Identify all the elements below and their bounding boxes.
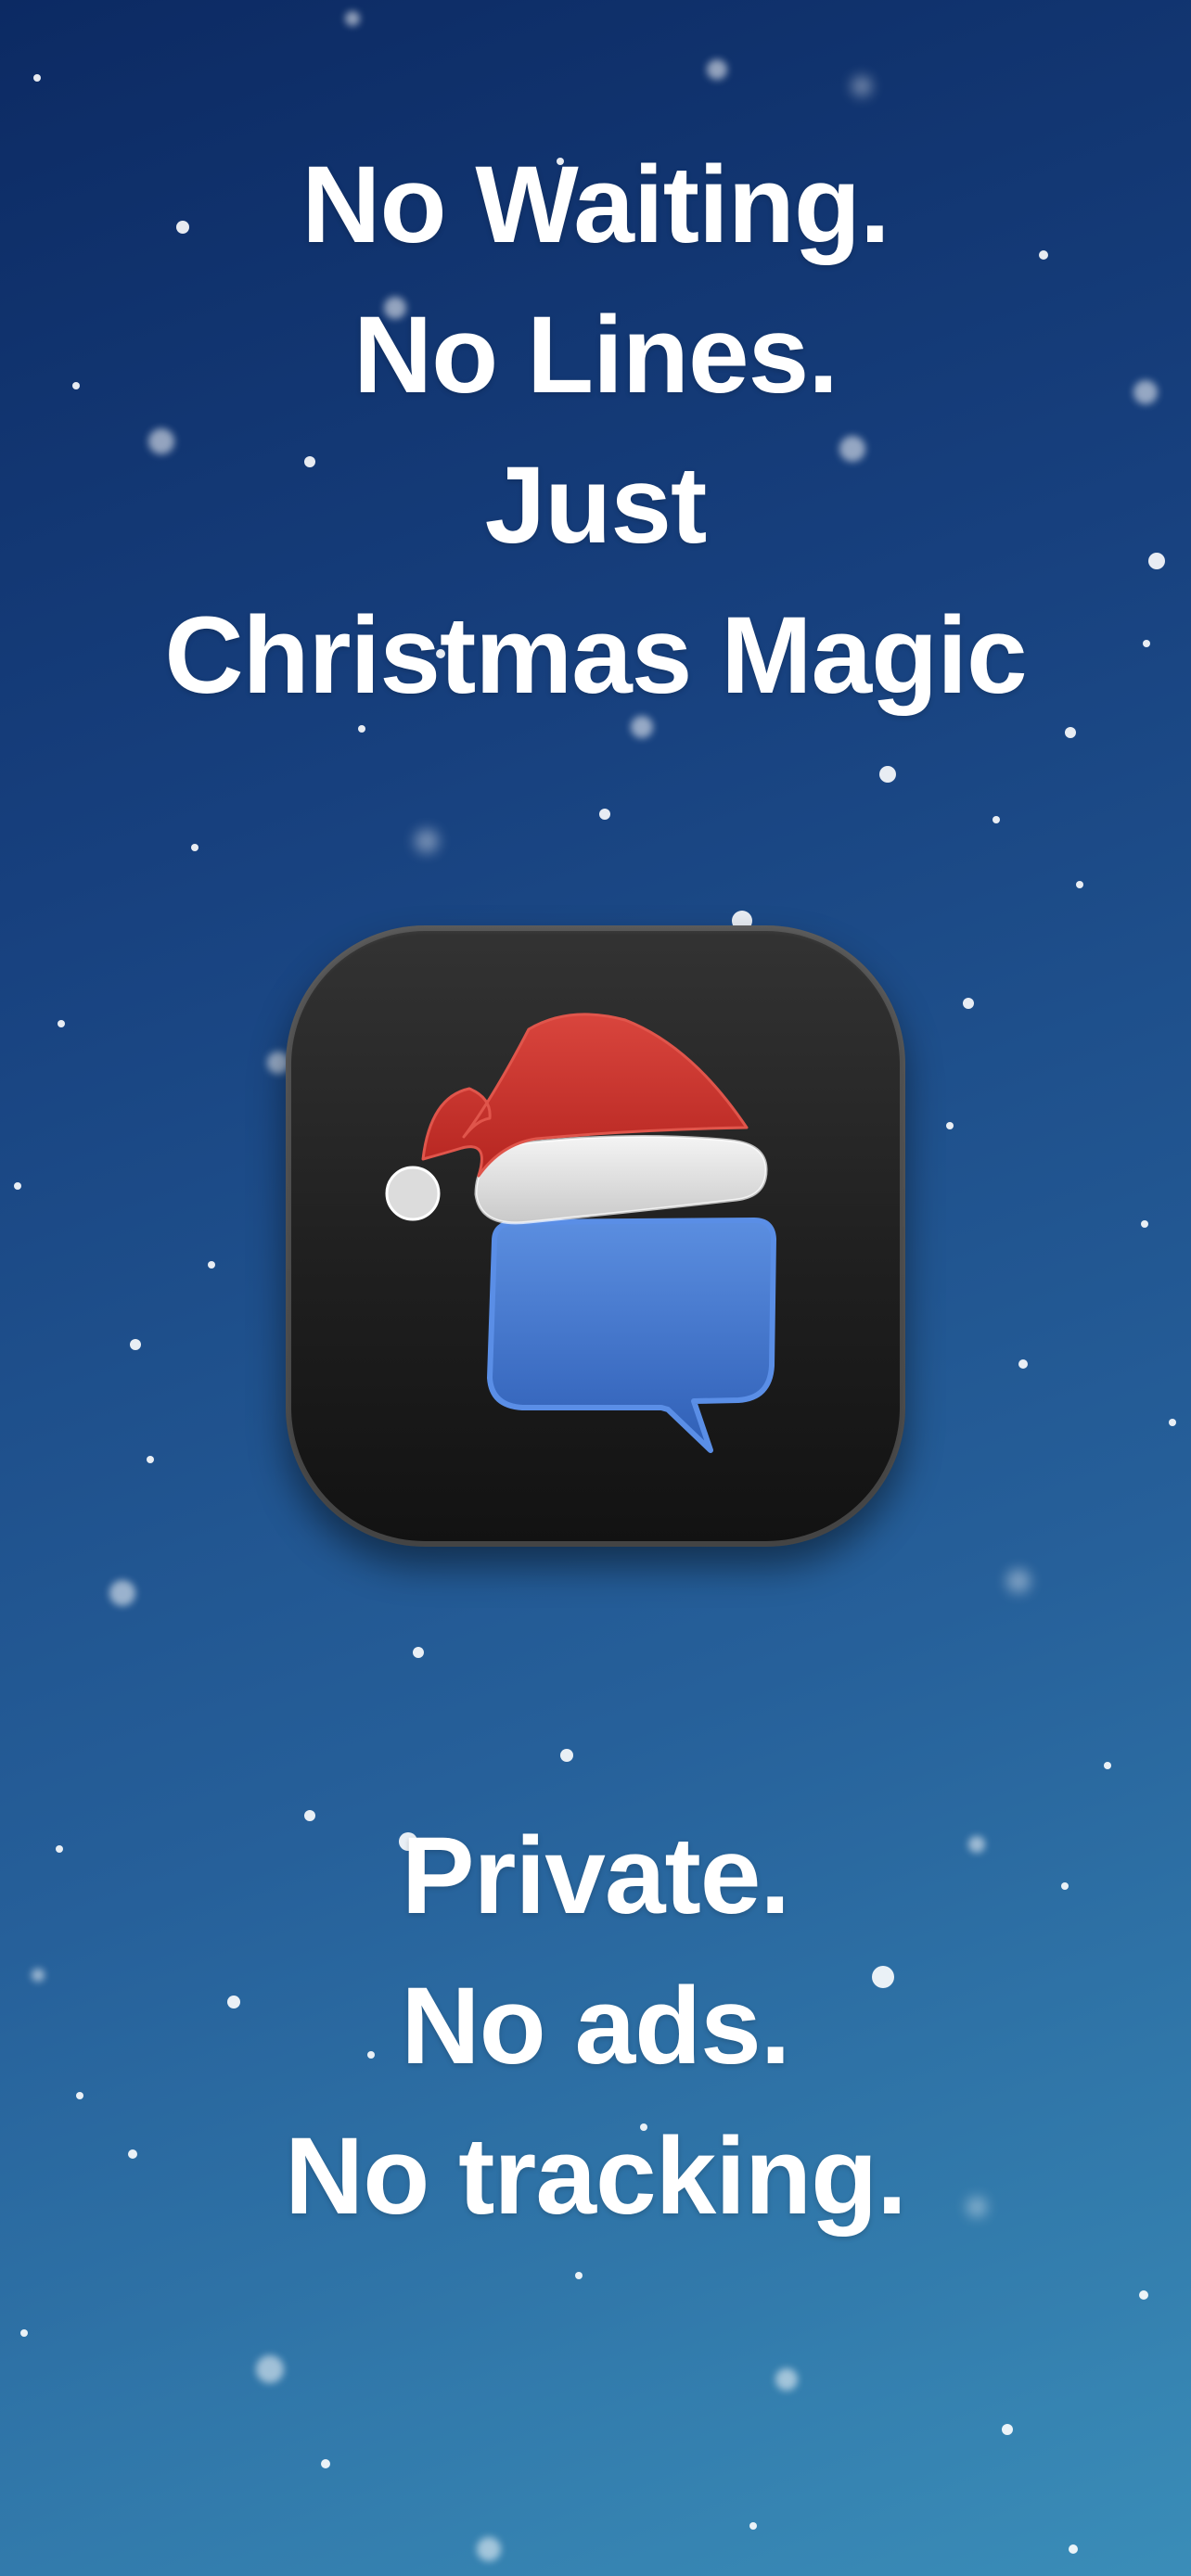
snowflake bbox=[599, 809, 610, 820]
headline-line: No Waiting. bbox=[301, 144, 890, 266]
snowflake bbox=[992, 816, 1000, 823]
snowflake bbox=[256, 2355, 284, 2383]
snowflake bbox=[1018, 1359, 1028, 1369]
app-icon-tile bbox=[286, 925, 905, 1547]
headline-bottom: Private. No ads. No tracking. bbox=[0, 1801, 1191, 2251]
snowflake bbox=[1169, 1419, 1176, 1426]
santa-hat-chat-bubble-icon bbox=[385, 1013, 776, 1453]
snowflake bbox=[1069, 2544, 1078, 2554]
snowflake bbox=[208, 1261, 215, 1269]
headline-line: Christmas Magic bbox=[164, 594, 1027, 717]
snowflake bbox=[191, 844, 198, 851]
snowflake bbox=[946, 1122, 954, 1129]
app-icon bbox=[286, 925, 905, 1547]
snowflake bbox=[775, 2368, 798, 2391]
snowflake bbox=[58, 1020, 65, 1027]
snowflake bbox=[1002, 2424, 1013, 2435]
headline-line: No tracking. bbox=[285, 2115, 907, 2238]
snowflake bbox=[147, 1456, 154, 1463]
snowflake bbox=[707, 59, 727, 80]
headline-line: No ads. bbox=[401, 1965, 790, 2087]
snowflake bbox=[33, 74, 41, 82]
headline-line: No Lines. bbox=[352, 294, 839, 416]
snowflake bbox=[963, 998, 974, 1009]
snowflake bbox=[1104, 1762, 1111, 1769]
snowflake bbox=[575, 2272, 583, 2279]
snowflake bbox=[879, 766, 896, 783]
headline-line: Private. bbox=[401, 1815, 790, 1937]
snowflake bbox=[130, 1339, 141, 1350]
snowflake bbox=[1076, 881, 1083, 888]
snowflake bbox=[1139, 2290, 1148, 2300]
snowflake bbox=[415, 829, 439, 853]
snowflake bbox=[321, 2459, 330, 2468]
snowflake bbox=[345, 11, 360, 26]
snowflake bbox=[14, 1182, 21, 1190]
snowflake bbox=[852, 76, 872, 96]
snowflake bbox=[20, 2329, 28, 2337]
headline-top: No Waiting. No Lines. Just Christmas Mag… bbox=[0, 130, 1191, 731]
snowflake bbox=[109, 1580, 135, 1606]
headline-line: Just bbox=[484, 444, 708, 567]
snowflake bbox=[560, 1749, 573, 1762]
snowflake bbox=[1141, 1220, 1148, 1228]
snowflake bbox=[477, 2537, 501, 2561]
snowflake bbox=[413, 1647, 424, 1658]
screenshot-screen: No Waiting. No Lines. Just Christmas Mag… bbox=[0, 0, 1191, 2576]
snowflake bbox=[749, 2522, 757, 2530]
snowflake bbox=[1006, 1569, 1031, 1593]
